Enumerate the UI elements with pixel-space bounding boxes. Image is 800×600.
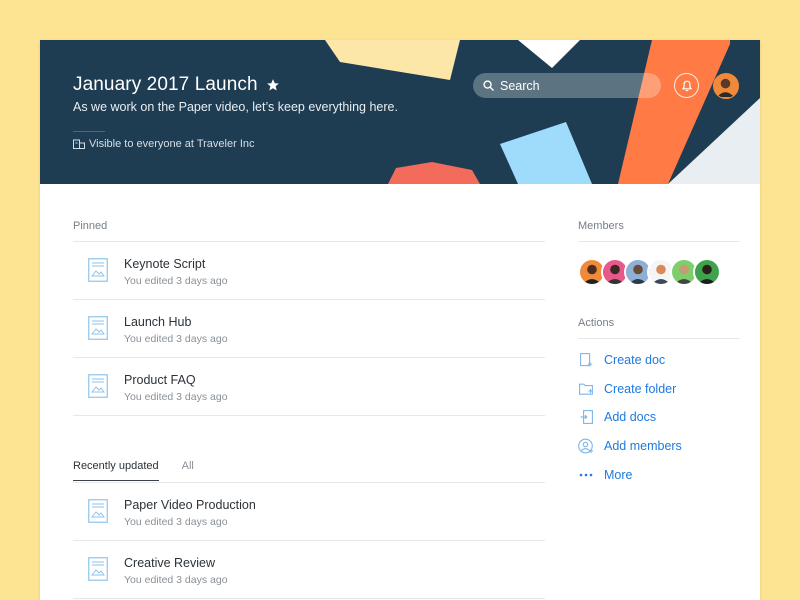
action-label: Create folder: [604, 382, 677, 396]
doc-meta: You edited 3 days ago: [124, 391, 228, 403]
action-label: Add docs: [604, 410, 657, 424]
add-docs-icon: [578, 410, 594, 424]
doc-title: Paper Video Production: [124, 498, 256, 512]
members-divider: [578, 241, 740, 242]
new-doc-icon: [578, 353, 594, 367]
pinned-doc-row[interactable]: Launch Hub You edited 3 days ago: [73, 300, 545, 358]
add-docs-action[interactable]: Add docs: [578, 410, 656, 424]
document-icon: [88, 316, 108, 340]
notifications-button[interactable]: [674, 73, 699, 98]
actions-label: Actions: [578, 317, 615, 329]
member-avatars: [578, 258, 721, 286]
star-icon[interactable]: [266, 78, 280, 92]
pinned-doc-row[interactable]: Product FAQ You edited 3 days ago: [73, 358, 545, 416]
action-label: Create doc: [604, 353, 666, 367]
folder-title: January 2017 Launch: [73, 74, 258, 95]
doc-meta: You edited 3 days ago: [124, 516, 228, 528]
recent-doc-row[interactable]: Paper Video Production You edited 3 days…: [73, 483, 545, 541]
add-member-icon: [578, 438, 594, 454]
document-icon: [88, 374, 108, 398]
building-icon: [73, 139, 85, 149]
search-placeholder: Search: [500, 78, 540, 93]
more-dots-icon: [578, 468, 594, 482]
member-avatar[interactable]: [693, 258, 721, 286]
pinned-label: Pinned: [73, 220, 108, 232]
action-label: Add members: [604, 439, 682, 453]
doc-title: Creative Review: [124, 556, 216, 570]
add-members-action[interactable]: Add members: [578, 438, 682, 454]
doc-title: Launch Hub: [124, 315, 192, 329]
doc-meta: You edited 3 days ago: [124, 275, 228, 287]
header-divider: [73, 131, 105, 132]
search-icon: [483, 80, 494, 91]
visibility-info: Visible to everyone at Traveler Inc: [73, 138, 255, 150]
doc-meta: You edited 3 days ago: [124, 574, 228, 586]
row-divider: [73, 598, 545, 599]
title-row: January 2017 Launch: [73, 74, 280, 96]
create-folder-action[interactable]: Create folder: [578, 382, 676, 396]
visibility-text: Visible to everyone at Traveler Inc: [89, 138, 255, 150]
new-folder-icon: [578, 382, 594, 396]
doc-tabs: Recently updated All: [73, 460, 194, 481]
recent-doc-row[interactable]: Creative Review You edited 3 days ago: [73, 541, 545, 599]
person-avatar-icon: [695, 260, 719, 284]
document-icon: [88, 499, 108, 523]
row-divider: [73, 415, 545, 416]
pinned-doc-row[interactable]: Keynote Script You edited 3 days ago: [73, 242, 545, 300]
create-doc-action[interactable]: Create doc: [578, 353, 665, 367]
document-icon: [88, 258, 108, 282]
tab-recently-updated[interactable]: Recently updated: [73, 460, 159, 481]
folder-description: As we work on the Paper video, let’s kee…: [73, 100, 398, 114]
document-icon: [88, 557, 108, 581]
tab-all[interactable]: All: [182, 460, 194, 481]
more-action[interactable]: More: [578, 468, 632, 482]
actions-divider: [578, 338, 740, 339]
person-avatar-icon: [714, 74, 737, 97]
action-label: More: [604, 468, 633, 482]
doc-meta: You edited 3 days ago: [124, 333, 228, 345]
search-input[interactable]: Search: [473, 73, 661, 98]
doc-title: Keynote Script: [124, 257, 206, 271]
folder-card: January 2017 Launch As we work on the Pa…: [40, 40, 760, 600]
user-avatar[interactable]: [713, 73, 739, 99]
bell-icon: [681, 80, 692, 91]
folder-header: January 2017 Launch As we work on the Pa…: [40, 40, 760, 184]
members-label: Members: [578, 220, 624, 232]
doc-title: Product FAQ: [124, 373, 196, 387]
